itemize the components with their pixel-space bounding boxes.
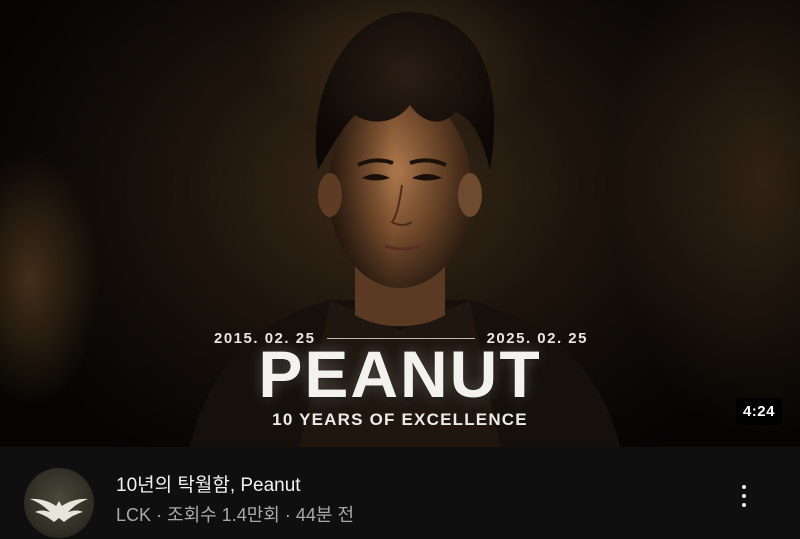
portrait-image [190,11,620,447]
duration-badge: 4:24 [735,398,782,425]
view-count: 조회수 1.4만회 [167,505,280,525]
channel-name[interactable]: LCK [116,505,151,525]
more-vertical-icon [742,503,746,507]
video-meta-row: 10년의 탁월함, Peanut LCK · 조회수 1.4만회 · 44분 전 [0,447,800,539]
upload-age: 44분 전 [295,505,355,525]
video-thumbnail[interactable]: 2015. 02. 25 2025. 02. 25 PEANUT 10 YEAR… [0,0,800,447]
eagle-wings-logo-icon [30,498,88,522]
separator: · [284,505,291,525]
video-title[interactable]: 10년의 탁월함, Peanut [116,474,301,498]
more-options-button[interactable] [730,479,758,513]
more-vertical-icon [742,485,746,489]
video-subtitle: LCK · 조회수 1.4만회 · 44분 전 [116,504,354,526]
channel-avatar[interactable] [24,468,94,538]
more-vertical-icon [742,494,746,498]
separator: · [156,505,163,525]
video-card: 2015. 02. 25 2025. 02. 25 PEANUT 10 YEAR… [0,0,800,539]
